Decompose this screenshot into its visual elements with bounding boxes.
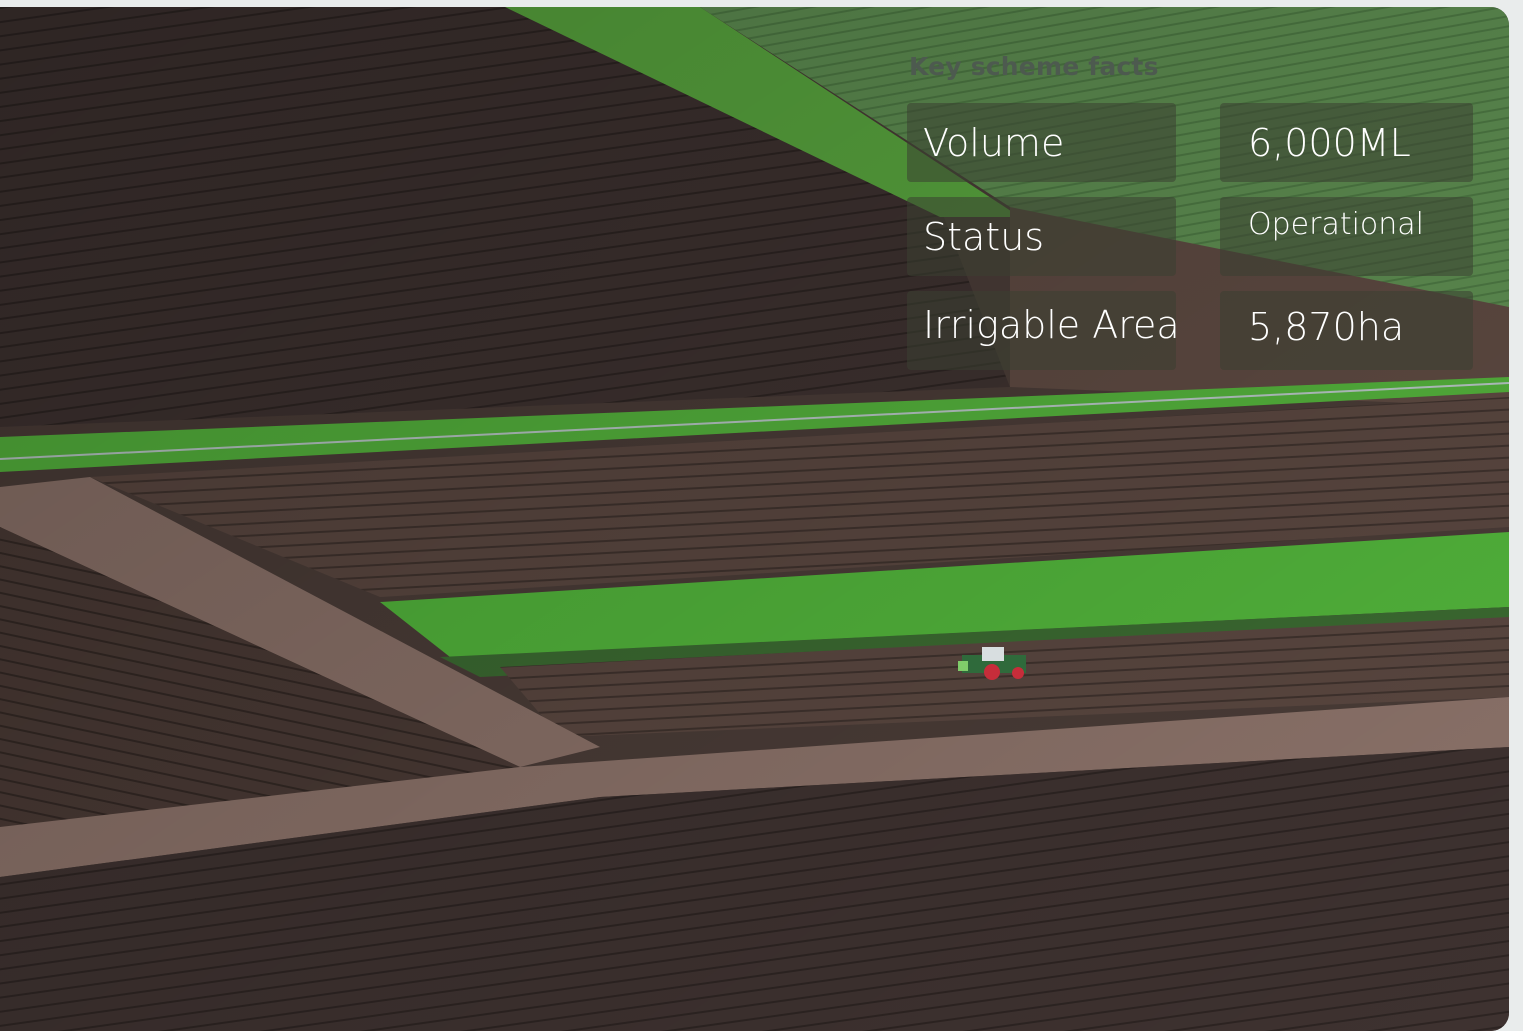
fact-label-volume: Volume [907, 103, 1176, 182]
hero-image-aerial-farmland: Key scheme facts Volume 6,000ML Status O… [0, 7, 1509, 1031]
fact-label-irrigable-area: Irrigable Area [907, 291, 1176, 370]
fact-value-status: Operational [1220, 197, 1473, 276]
key-facts-panel: Key scheme facts Volume 6,000ML Status O… [907, 47, 1473, 385]
fact-row-irrigable-area: Irrigable Area 5,870ha [907, 291, 1473, 370]
fact-label-status: Status [907, 197, 1176, 276]
page-frame: Key scheme facts Volume 6,000ML Status O… [0, 0, 1523, 1031]
fact-value-irrigable-area: 5,870ha [1220, 291, 1473, 370]
fact-row-status: Status Operational [907, 197, 1473, 276]
key-facts-heading: Key scheme facts [909, 52, 1159, 81]
fact-value-volume: 6,000ML [1220, 103, 1473, 182]
fact-row-volume: Volume 6,000ML [907, 103, 1473, 182]
